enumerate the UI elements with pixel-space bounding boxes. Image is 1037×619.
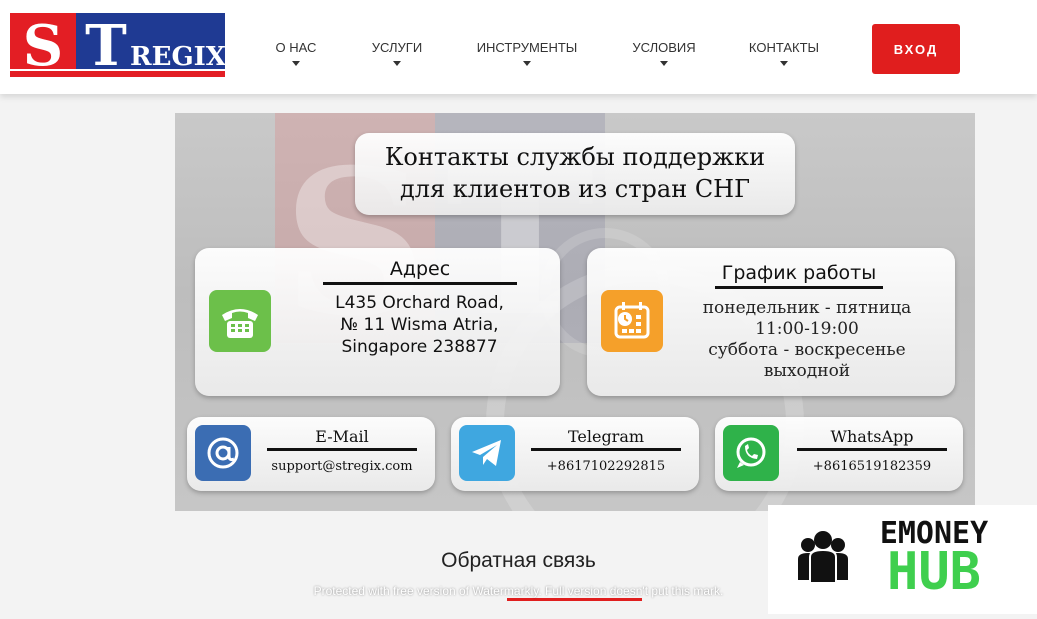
emoney-hub-badge: EMONEY HUB: [768, 505, 1037, 614]
telegram-title: Telegram: [531, 427, 681, 451]
logo-word: REGIX: [130, 42, 225, 72]
hub-word: HUB: [887, 542, 981, 602]
telegram-card[interactable]: Telegram +8617102292815: [451, 417, 699, 491]
chevron-down-icon: [393, 61, 401, 66]
support-contacts-banner: S T Контакты службы поддержки для клиент…: [175, 113, 975, 511]
nav-about-label: О НАС: [275, 40, 317, 55]
whatsapp-card[interactable]: WhatsApp +8616519182359: [715, 417, 963, 491]
whatsapp-icon: [723, 425, 779, 481]
schedule-card: График работы понедельник - пятница 11:0…: [587, 248, 955, 396]
logo-letter-s: S: [23, 13, 63, 77]
address-title: Адрес: [323, 258, 517, 285]
schedule-line3: суббота - воскресенье: [708, 340, 906, 360]
schedule-title: График работы: [715, 262, 883, 289]
nav-conditions-label: УСЛОВИЯ: [632, 40, 696, 55]
nav-conditions[interactable]: УСЛОВИЯ: [626, 40, 702, 66]
telegram-value: +8617102292815: [546, 459, 666, 474]
nav-services[interactable]: УСЛУГИ: [364, 40, 430, 66]
email-card[interactable]: E-Mail support@stregix.com: [187, 417, 435, 491]
schedule-line2: 11:00-19:00: [755, 319, 859, 339]
chevron-down-icon: [292, 61, 300, 66]
schedule-line4: выходной: [763, 361, 851, 381]
nav-contacts[interactable]: КОНТАКТЫ: [744, 40, 824, 66]
chevron-down-icon: [660, 61, 668, 66]
at-icon: [195, 425, 251, 481]
address-line1: L435 Orchard Road,: [335, 293, 504, 313]
email-value: support@stregix.com: [271, 459, 413, 474]
nav-instruments[interactable]: ИНСТРУМЕНТЫ: [472, 40, 582, 66]
calendar-clock-icon: [601, 290, 663, 352]
chevron-down-icon: [780, 61, 788, 66]
site-header: S T REGIX О НАС УСЛУГИ ИНСТРУМЕНТЫ УСЛОВ…: [0, 0, 1037, 94]
nav-instruments-label: ИНСТРУМЕНТЫ: [476, 40, 578, 55]
email-title: E-Mail: [267, 427, 417, 451]
nav-services-label: УСЛУГИ: [371, 40, 423, 55]
schedule-line1: понедельник - пятница: [702, 298, 912, 318]
address-line3: Singapore 238877: [341, 337, 498, 357]
nav-contacts-label: КОНТАКТЫ: [748, 40, 820, 55]
logo-letter-t: T: [85, 13, 127, 77]
telephone-icon: [209, 290, 271, 352]
banner-title-panel: Контакты службы поддержки для клиентов и…: [355, 133, 795, 215]
login-button[interactable]: ВХОД: [872, 24, 960, 74]
nav-about[interactable]: О НАС: [268, 40, 324, 66]
emoney-hub-logo: EMONEY HUB: [798, 516, 988, 602]
telegram-icon: [459, 425, 515, 481]
whatsapp-title: WhatsApp: [797, 427, 947, 451]
banner-title-line1: Контакты службы поддержки: [384, 143, 766, 171]
whatsapp-value: +8616519182359: [812, 459, 932, 474]
banner-title-line2: для клиентов из стран СНГ: [399, 175, 750, 203]
group-users-icon: [798, 531, 848, 584]
address-card: Адрес L435 Orchard Road, № 11 Wisma Atri…: [195, 248, 560, 396]
stregix-logo: S T REGIX: [10, 13, 225, 77]
address-line2: № 11 Wisma Atria,: [340, 315, 499, 335]
feedback-heading-underline: [507, 598, 642, 601]
chevron-down-icon: [523, 61, 531, 66]
